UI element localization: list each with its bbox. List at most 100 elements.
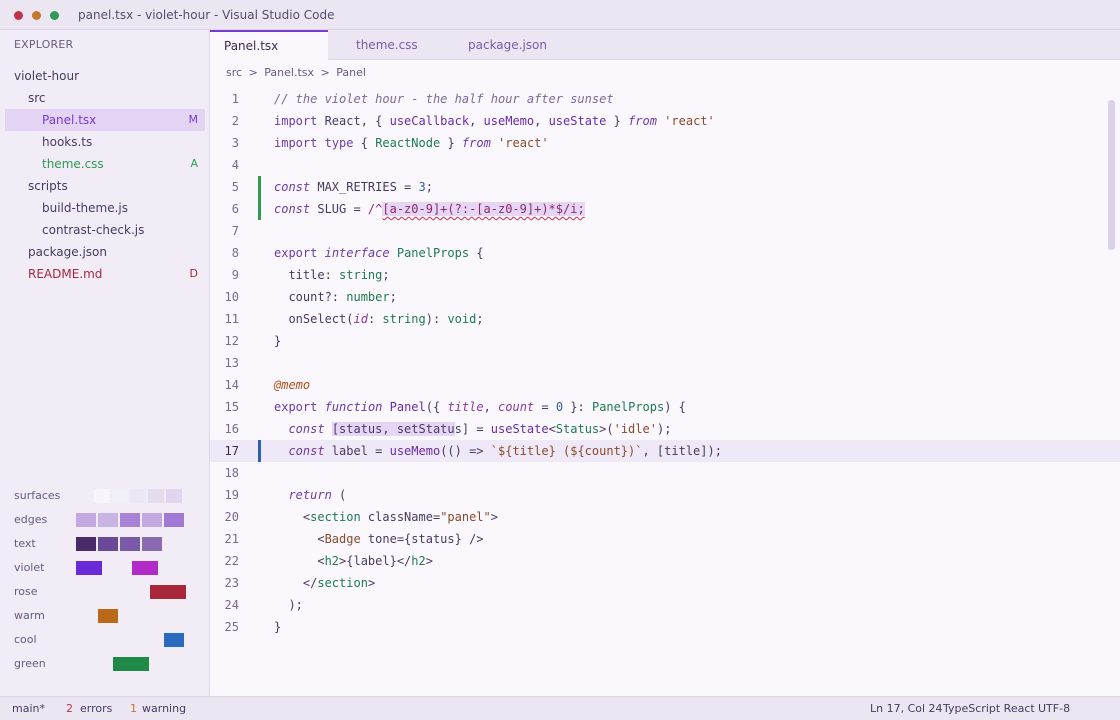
line-number[interactable]: 8 [210, 242, 239, 264]
gutter-added-marker[interactable] [258, 198, 261, 220]
code-line[interactable]: 23 </section> [210, 572, 1120, 594]
code-line[interactable]: 2 import React, { useCallback, useMemo, u… [210, 110, 1120, 132]
close-window-button[interactable] [14, 11, 23, 20]
color-swatch[interactable] [98, 609, 118, 623]
code-line[interactable]: 19 return ( [210, 484, 1120, 506]
code-line[interactable]: 9 title: string; [210, 264, 1120, 286]
code-line[interactable]: 8 export interface PanelProps { [210, 242, 1120, 264]
line-number[interactable]: 17 [210, 440, 239, 462]
tree-item-theme-css[interactable]: theme.css A [0, 153, 210, 175]
warnings-label[interactable]: warning [142, 702, 186, 715]
color-swatch[interactable] [98, 537, 118, 551]
code-line[interactable]: 5 const MAX_RETRIES = 3; [210, 176, 1120, 198]
code-line[interactable]: 20 <section className="panel"> [210, 506, 1120, 528]
tree-item-readme-md[interactable]: README.md D [0, 263, 210, 285]
line-number[interactable]: 7 [210, 220, 239, 242]
warning-count[interactable]: 1 [130, 702, 137, 715]
color-swatch[interactable] [76, 537, 96, 551]
line-number[interactable]: 4 [210, 154, 239, 176]
tree-item-src[interactable]: src [0, 87, 210, 109]
tree-item-package-json[interactable]: package.json [0, 241, 210, 263]
tree-item-contrast-check-js[interactable]: contrast-check.js [0, 219, 210, 241]
line-number[interactable]: 6 [210, 198, 239, 220]
color-swatch[interactable] [76, 561, 102, 575]
gutter-modified-marker[interactable] [258, 440, 261, 462]
line-number[interactable]: 21 [210, 528, 239, 550]
line-number[interactable]: 2 [210, 110, 239, 132]
line-number[interactable]: 19 [210, 484, 239, 506]
line-number[interactable]: 5 [210, 176, 239, 198]
tab-theme-css[interactable]: theme.css [356, 30, 418, 60]
color-swatch[interactable] [132, 561, 158, 575]
line-number[interactable]: 15 [210, 396, 239, 418]
line-number[interactable]: 13 [210, 352, 239, 374]
code-line[interactable]: 24 ); [210, 594, 1120, 616]
code-line[interactable]: 22 <h2>{label}</h2> [210, 550, 1120, 572]
color-swatch[interactable] [130, 489, 146, 503]
maximize-window-button[interactable] [50, 11, 59, 20]
code-line[interactable]: 4 [210, 154, 1120, 176]
tree-item-build-theme-js[interactable]: build-theme.js [0, 197, 210, 219]
line-number[interactable]: 9 [210, 264, 239, 286]
line-number[interactable]: 24 [210, 594, 239, 616]
breadcrumb-src[interactable]: src [226, 66, 242, 79]
color-swatch[interactable] [150, 585, 186, 599]
code-line[interactable]: 14 @memo [210, 374, 1120, 396]
code-line[interactable]: 25} [210, 616, 1120, 638]
breadcrumb-file[interactable]: Panel.tsx [264, 66, 314, 79]
color-swatch[interactable] [113, 657, 149, 671]
code-line[interactable]: 18 [210, 462, 1120, 484]
color-swatch[interactable] [142, 537, 162, 551]
code-line[interactable]: 3 import type { ReactNode } from 'react' [210, 132, 1120, 154]
color-swatch[interactable] [76, 513, 96, 527]
color-swatch[interactable] [94, 489, 110, 503]
editor-scrollbar[interactable] [1108, 100, 1115, 250]
language-mode[interactable]: TypeScript React [943, 702, 1035, 715]
line-number[interactable]: 16 [210, 418, 239, 440]
file-encoding[interactable]: UTF-8 [1038, 702, 1070, 715]
color-swatch[interactable] [164, 633, 184, 647]
code-line[interactable]: 12} [210, 330, 1120, 352]
code-editor[interactable]: 1 // the violet hour - the half hour afte… [210, 88, 1120, 638]
code-line[interactable]: 21 <Badge tone={status} /> [210, 528, 1120, 550]
code-line[interactable]: 7 [210, 220, 1120, 242]
errors-label[interactable]: errors [80, 702, 112, 715]
code-line[interactable]: 10 count?: number; [210, 286, 1120, 308]
color-swatch[interactable] [98, 513, 118, 527]
color-swatch[interactable] [166, 489, 182, 503]
error-count[interactable]: 2 [66, 702, 73, 715]
color-swatch[interactable] [120, 513, 140, 527]
line-number[interactable]: 1 [210, 88, 239, 110]
code-line[interactable]: 15 export function Panel({ title, count =… [210, 396, 1120, 418]
line-number[interactable]: 12 [210, 330, 239, 352]
code-line[interactable]: 6 const SLUG = /^[a-z0-9]+(?:-[a-z0-9]+)*… [210, 198, 1120, 220]
breadcrumb-symbol[interactable]: Panel [336, 66, 366, 79]
line-number[interactable]: 18 [210, 462, 239, 484]
cursor-position[interactable]: Ln 17, Col 24 [870, 702, 943, 715]
code-line[interactable]: 16 const [status, setStatus] = useState<… [210, 418, 1120, 440]
code-line[interactable]: 1 // the violet hour - the half hour afte… [210, 88, 1120, 110]
tree-item-scripts[interactable]: scripts [0, 175, 210, 197]
color-swatch[interactable] [142, 513, 162, 527]
code-line[interactable]: 13 [210, 352, 1120, 374]
code-line[interactable]: 11 onSelect(id: string): void; [210, 308, 1120, 330]
tab-package-json[interactable]: package.json [468, 30, 547, 60]
minimize-window-button[interactable] [32, 11, 41, 20]
line-number[interactable]: 20 [210, 506, 239, 528]
line-number[interactable]: 25 [210, 616, 239, 638]
line-number[interactable]: 11 [210, 308, 239, 330]
color-swatch[interactable] [120, 537, 140, 551]
line-number[interactable]: 22 [210, 550, 239, 572]
tree-item-panel-tsx[interactable]: Panel.tsx M [5, 109, 205, 131]
color-swatch[interactable] [148, 489, 164, 503]
gutter-added-marker[interactable] [258, 176, 261, 198]
line-number[interactable]: 14 [210, 374, 239, 396]
line-number[interactable]: 3 [210, 132, 239, 154]
color-swatch[interactable] [112, 489, 128, 503]
tree-item-hooks-ts[interactable]: hooks.ts [0, 131, 210, 153]
tab-panel-tsx[interactable]: Panel.tsx [210, 30, 328, 60]
line-number[interactable]: 10 [210, 286, 239, 308]
color-swatch[interactable] [164, 513, 184, 527]
line-number[interactable]: 23 [210, 572, 239, 594]
tree-item-violet-hour[interactable]: violet-hour [0, 65, 210, 87]
